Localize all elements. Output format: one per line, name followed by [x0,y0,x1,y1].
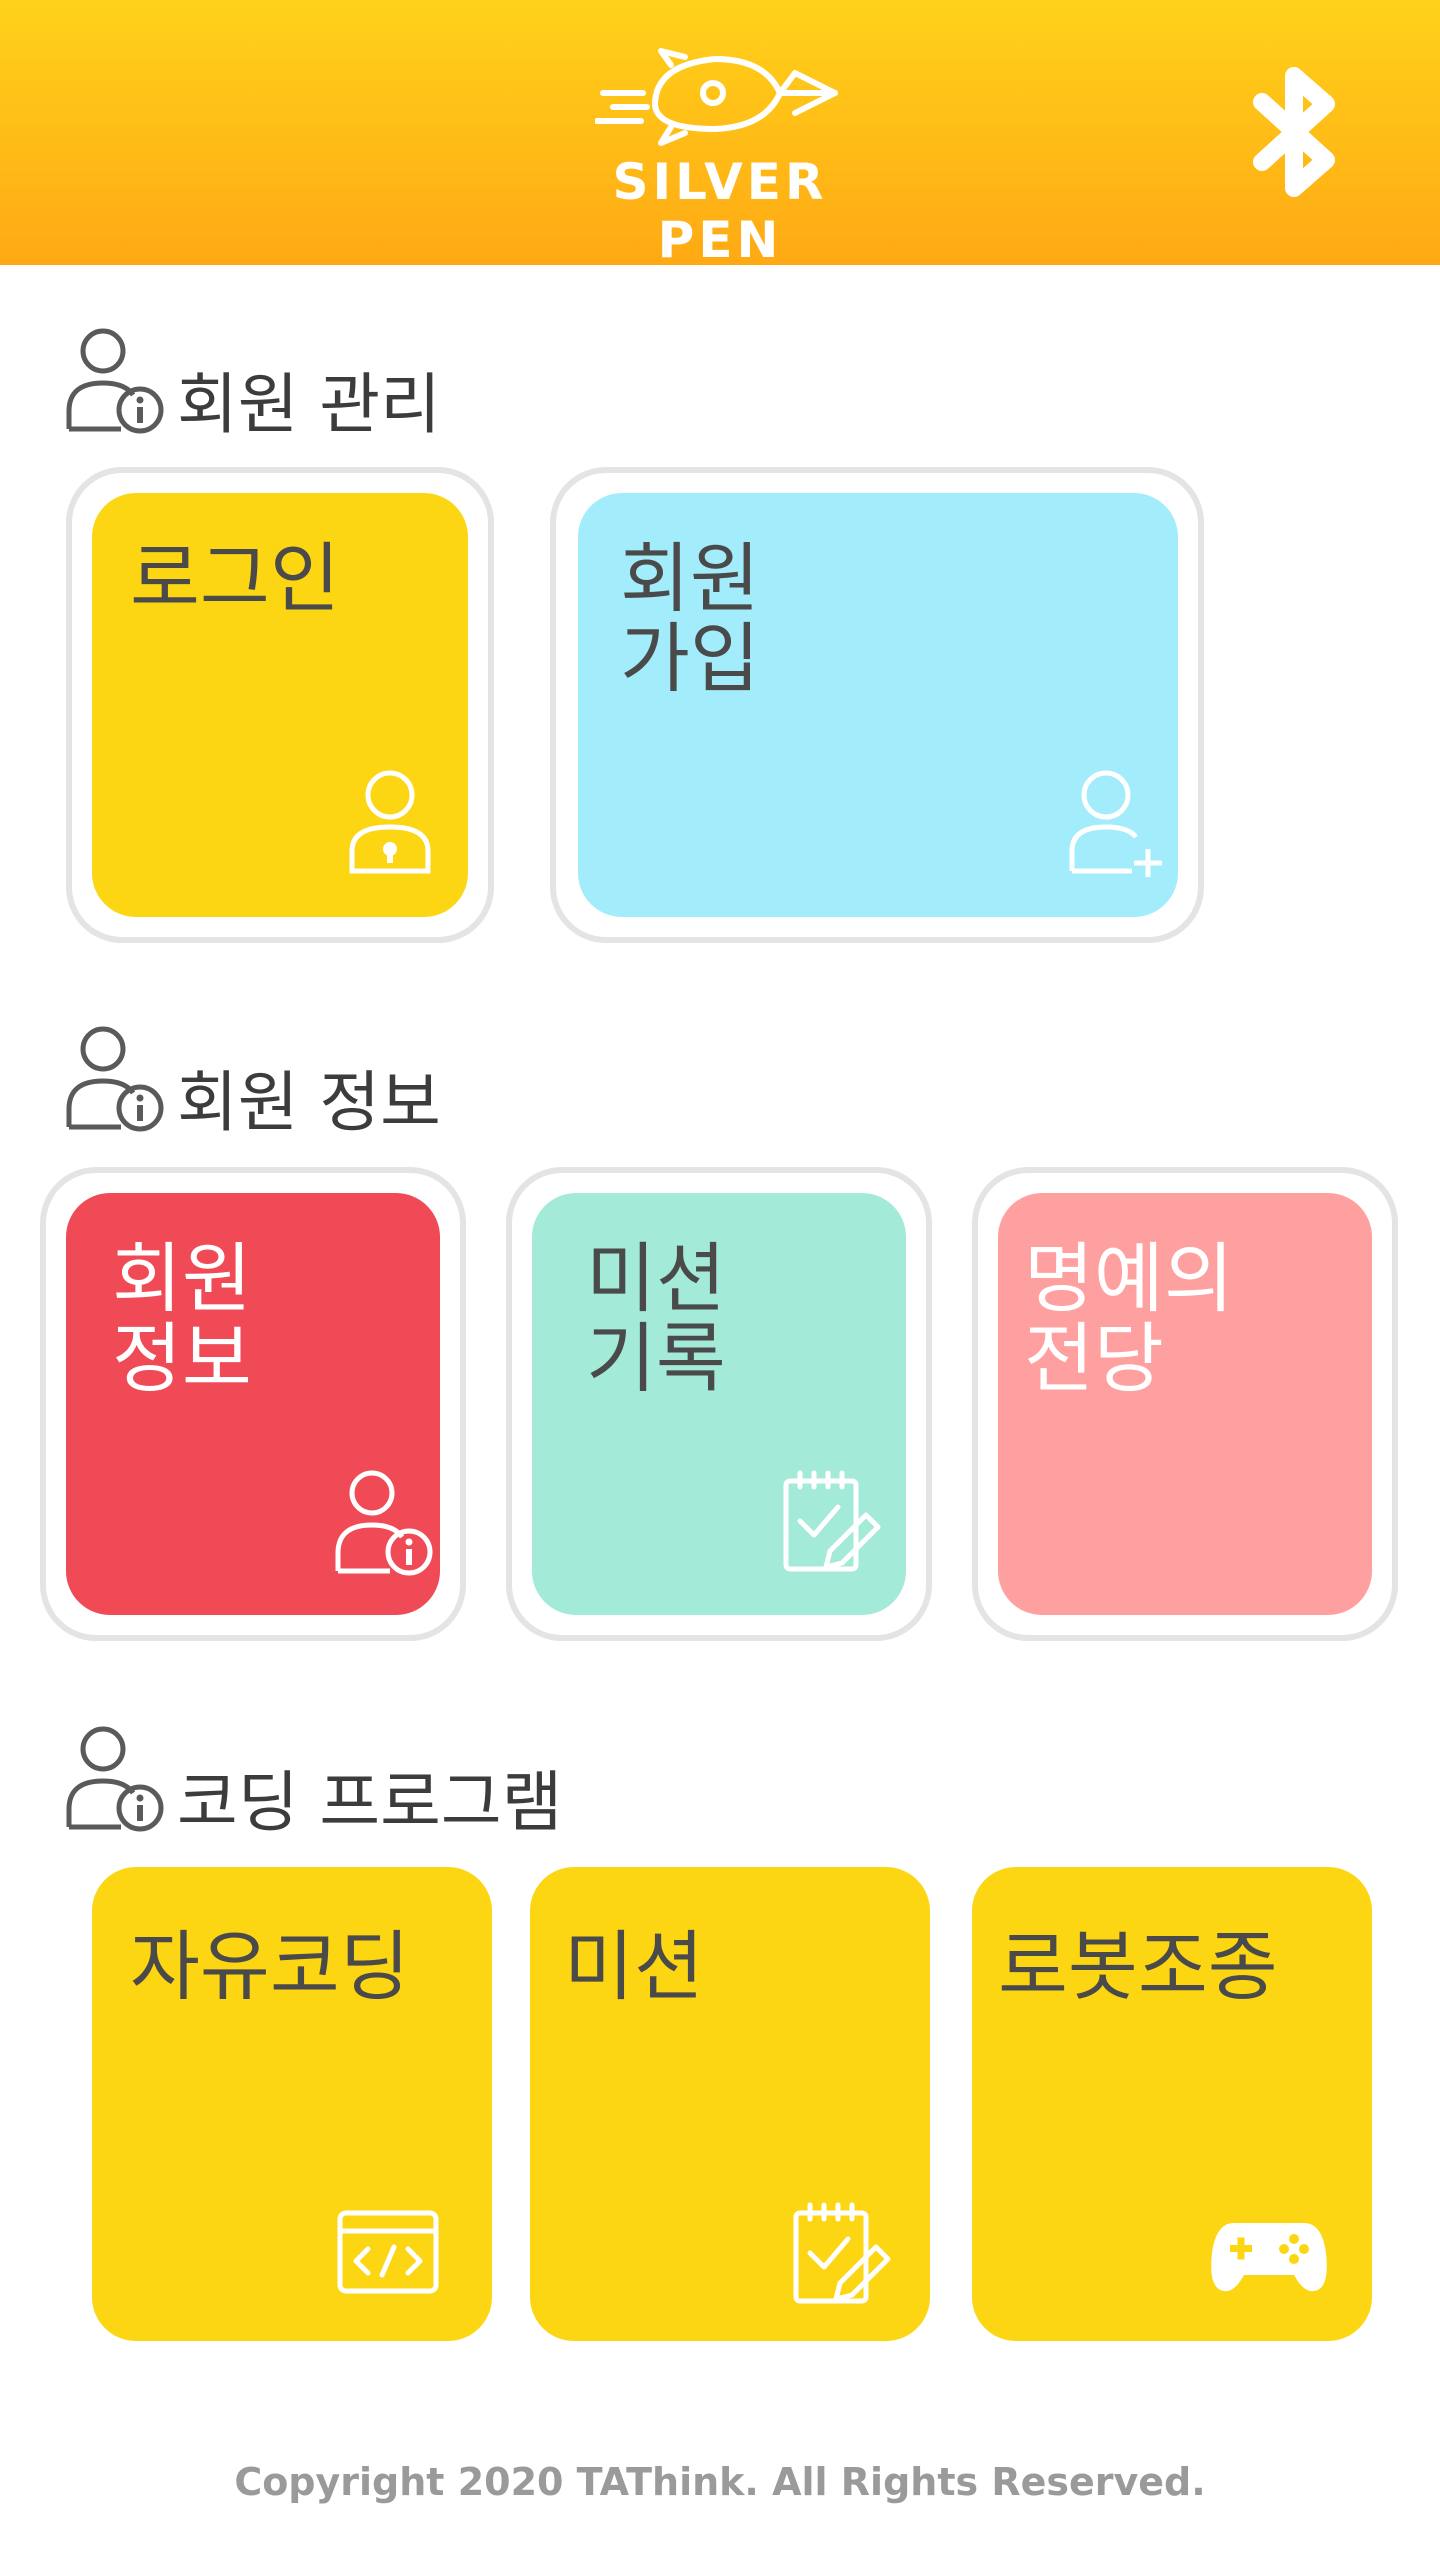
free-coding-tile[interactable]: 자유코딩 [92,1867,492,2341]
code-window-icon [337,2210,439,2294]
user-info-icon [335,1470,433,1576]
robot-control-tile[interactable]: 로봇조종 [972,1867,1372,2341]
user-info-icon [66,1726,164,1832]
app-header: SILVER PEN [0,0,1440,269]
user-info-icon [66,328,164,434]
user-info-icon [66,1026,164,1132]
user-lock-icon [349,770,431,874]
gamepad-icon [1211,2223,1327,2292]
rocket-pen-logo-icon [595,48,838,146]
tile-label: 로봇조종 [998,1922,1278,2011]
login-tile[interactable]: 로그인 [92,493,468,917]
hall-of-fame-tile[interactable]: 명예의 전당 [998,1193,1372,1615]
user-add-icon [1069,770,1162,877]
tile-label: 미션 기록 [586,1234,726,1403]
copyright-text: Copyright 2020 TAThink. All Rights Reser… [234,2460,1206,2504]
app-logo: SILVER PEN [595,45,845,269]
logo-text: SILVER PEN [612,153,828,269]
section-title: 회원 정보 [177,1064,441,1141]
tile-label: 로그인 [130,534,340,623]
tile-label: 미션 [564,1922,704,2011]
mission-tile[interactable]: 미션 [530,1867,930,2341]
mission-record-tile[interactable]: 미션 기록 [532,1193,906,1615]
tile-label: 회원 정보 [112,1234,252,1403]
tile-label: 명예의 전당 [1024,1234,1234,1403]
tile-label: 자유코딩 [130,1922,410,2011]
tile-label: 회원 가입 [620,534,760,703]
member-info-tile[interactable]: 회원 정보 [66,1193,440,1615]
checklist-icon [783,1470,881,1572]
checklist-icon [793,2202,891,2304]
section-title: 회원 관리 [177,366,441,443]
section-title: 코딩 프로그램 [177,1764,563,1841]
bluetooth-icon[interactable] [1248,60,1348,205]
signup-tile[interactable]: 회원 가입 [578,493,1178,917]
